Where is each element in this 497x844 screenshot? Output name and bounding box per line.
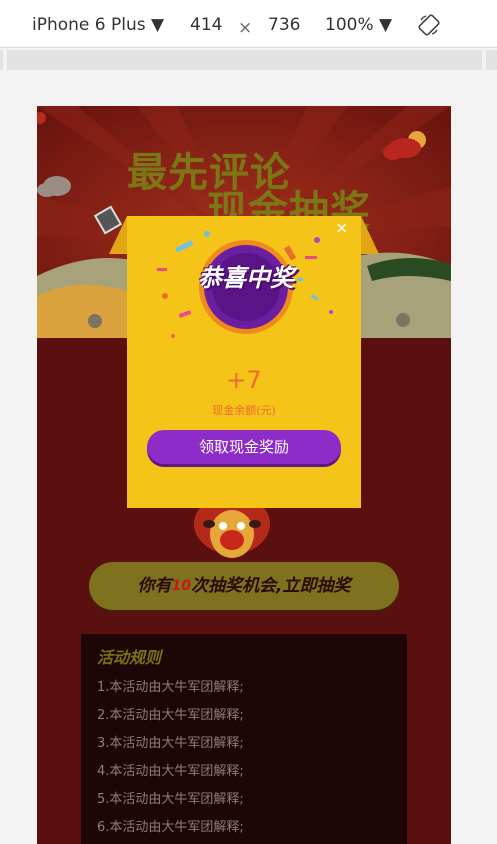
rule-item: 1.本活动由大牛军团解释; bbox=[97, 680, 244, 695]
prize-amount-label: 现金余额(元) bbox=[212, 404, 276, 417]
prize-amount: +7 bbox=[226, 366, 262, 394]
draw-button[interactable]: 你有10次抽奖机会,立即抽奖 bbox=[89, 562, 399, 610]
rules-title: 活动规则 bbox=[97, 648, 162, 667]
claim-reward-button[interactable]: 领取现金奖励 bbox=[147, 430, 341, 464]
prize-title: 恭喜中奖 bbox=[198, 264, 294, 292]
ruler-segment bbox=[486, 50, 497, 70]
media-query-bar bbox=[0, 48, 497, 76]
ruler-segment bbox=[7, 50, 482, 70]
draw-suffix: 次抽奖机会,立即抽奖 bbox=[191, 576, 351, 596]
height-field[interactable]: 736 bbox=[268, 15, 300, 35]
draw-button-label: 你有10次抽奖机会,立即抽奖 bbox=[89, 562, 399, 610]
zoom-select[interactable]: 100% ▼ bbox=[325, 15, 392, 35]
rule-item: 3.本活动由大牛军团解释; bbox=[97, 736, 244, 751]
mascot-illustration bbox=[194, 504, 270, 558]
rule-item: 6.本活动由大牛军团解释; bbox=[97, 820, 244, 835]
draw-count: 10 bbox=[171, 578, 191, 594]
rules-panel: 活动规则 1.本活动由大牛军团解释; 2.本活动由大牛军团解释; 3.本活动由大… bbox=[81, 634, 407, 844]
dimension-separator: × bbox=[238, 18, 253, 38]
close-icon[interactable]: × bbox=[335, 218, 348, 237]
prize-popup: × 恭喜中奖 +7 现金余额(元) 领取现金奖励 bbox=[109, 216, 379, 508]
rotate-icon[interactable] bbox=[418, 14, 440, 36]
rule-item: 2.本活动由大牛军团解释; bbox=[97, 708, 244, 723]
draw-prefix: 你有 bbox=[137, 576, 172, 596]
device-toolbar: iPhone 6 Plus ▼ 414 × 736 100% ▼ bbox=[0, 0, 497, 48]
device-select[interactable]: iPhone 6 Plus ▼ bbox=[32, 15, 164, 35]
width-field[interactable]: 414 bbox=[190, 15, 222, 35]
phone-viewport: 最先评论 现金抽奖 你有10次抽奖机会,立即抽奖 活动规则 1.本活动由大牛军团… bbox=[37, 106, 451, 844]
ruler-segment bbox=[0, 50, 3, 70]
rule-item: 5.本活动由大牛军团解释; bbox=[97, 792, 244, 807]
rule-item: 4.本活动由大牛军团解释; bbox=[97, 764, 244, 779]
claim-reward-label: 领取现金奖励 bbox=[198, 438, 289, 456]
